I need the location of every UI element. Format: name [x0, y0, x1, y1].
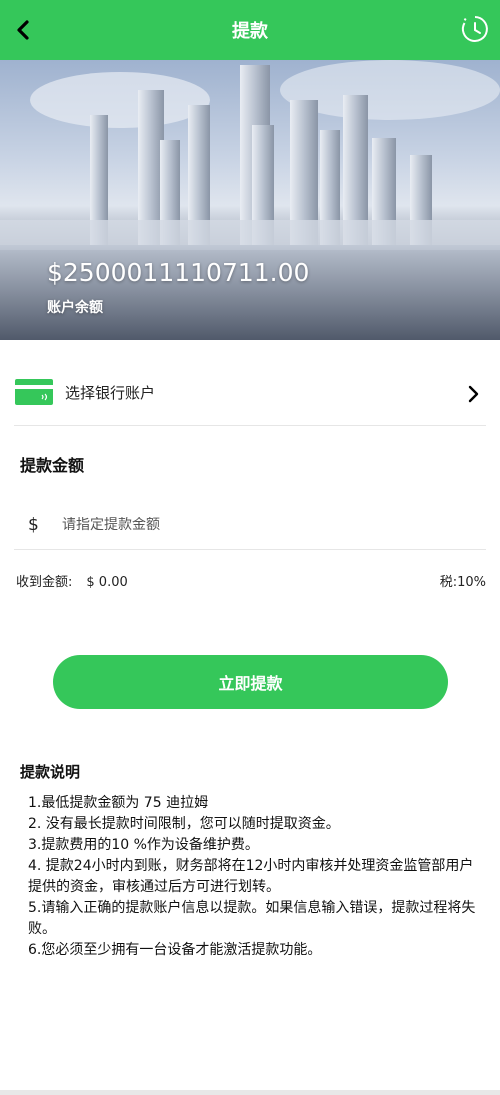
chevron-left-icon[interactable] [12, 16, 38, 44]
app-header: 提款 [0, 0, 500, 60]
list-item: 3.提款费用的10 %作为设备维护费。 [28, 837, 259, 853]
list-item: 4. 提款24小时内到账，财务部将在12小时内审核并处理资金监管部用户提供的资金… [28, 858, 474, 895]
withdraw-amount-field: $ [14, 500, 486, 550]
bank-card-icon [15, 378, 53, 405]
select-bank-account-row[interactable]: 选择银行账户 [14, 360, 486, 426]
receive-amount: 收到金额: $ 0.00 [16, 571, 128, 590]
list-item: 5.请输入正确的提款账户信息以提款。如果信息输入错误，提款过程将失败。 [28, 900, 476, 937]
withdraw-now-button[interactable]: 立即提款 [53, 655, 448, 709]
select-bank-account-label: 选择银行账户 [65, 384, 156, 402]
withdraw-notes-list: 1.最低提款金额为 75 迪拉姆 2. 没有最长提款时间限制，您可以随时提取资金… [28, 793, 478, 961]
receive-amount-label: 收到金额: [16, 575, 73, 590]
list-item: 6.您必须至少拥有一台设备才能激活提款功能。 [28, 942, 322, 958]
clock-history-icon[interactable] [460, 14, 490, 44]
withdraw-amount-title: 提款金额 [20, 456, 85, 475]
currency-symbol: $ [28, 514, 39, 535]
list-item: 1.最低提款金额为 75 迪拉姆 [28, 795, 209, 811]
receive-summary: 收到金额: $ 0.00 税:10% [16, 571, 486, 590]
balance-amount: $2500011110711.00 [47, 258, 310, 287]
bottom-divider [0, 1090, 500, 1095]
page-title: 提款 [232, 21, 268, 42]
tax-label: 税: [439, 575, 458, 590]
list-item: 2. 没有最长提款时间限制，您可以随时提取资金。 [28, 816, 340, 832]
tax-rate: 税:10% [440, 571, 486, 590]
withdraw-amount-input[interactable] [62, 516, 442, 533]
receive-amount-value: $ 0.00 [86, 575, 128, 590]
tax-value: 10% [457, 575, 486, 590]
withdraw-notes-title: 提款说明 [20, 763, 81, 781]
balance-banner: $2500011110711.00 账户余额 [0, 60, 500, 340]
chevron-right-icon [468, 385, 479, 403]
balance-label: 账户余额 [47, 300, 103, 316]
